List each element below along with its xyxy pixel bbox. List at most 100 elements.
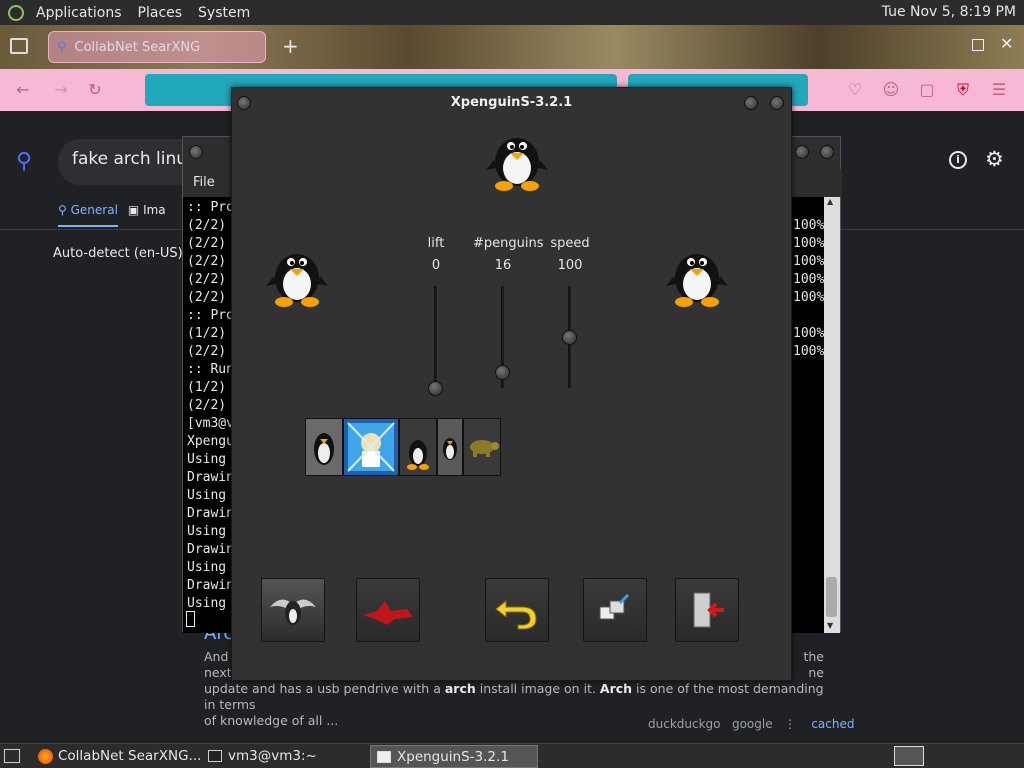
penguin-icon-top (486, 138, 548, 191)
terminal-percent: 100% (793, 290, 825, 305)
splat-icon (363, 601, 413, 625)
engine-duckduckgo: duckduckgo (648, 717, 721, 731)
slider-knob[interactable] (562, 330, 577, 345)
account-icon[interactable]: ☺ (882, 81, 900, 99)
slider-penguins: #penguins 16 (473, 236, 544, 388)
slider-track[interactable] (434, 286, 437, 388)
minimize-button[interactable] (744, 96, 758, 110)
menu-system[interactable]: System (190, 5, 258, 21)
restore-window-icon[interactable] (972, 39, 984, 51)
slider-lift: lift 0 (406, 236, 466, 396)
menu-applications[interactable]: Applications (28, 5, 130, 21)
splat-button[interactable] (356, 578, 420, 642)
task-label: CollabNet SearXNG... (58, 748, 200, 764)
forward-icon[interactable]: → (52, 81, 70, 99)
extensions-icon[interactable]: ▢ (918, 81, 936, 99)
terminal-percent: 100% (793, 344, 825, 359)
browser-tab-bar: ⚲ CollabNet SearXNG + ✕ (0, 25, 1024, 69)
search-icon: ⚲ (57, 39, 67, 55)
scroll-up-icon[interactable]: ▲ (827, 197, 833, 206)
terminal-percent: 100% (793, 236, 825, 251)
windows-button[interactable] (583, 578, 647, 642)
winged-penguin-icon (270, 599, 316, 625)
undo-button[interactable] (485, 578, 549, 642)
tab-general[interactable]: ⚲ General (58, 203, 118, 227)
terminal-cursor (186, 611, 195, 627)
pocket-icon[interactable]: ♡ (846, 81, 864, 99)
snippet-line-2-tail: ne (808, 665, 824, 680)
tab-title: CollabNet SearXNG (74, 39, 201, 55)
terminal-percent (793, 307, 824, 325)
snippet-line-3-mid: install image on it. (475, 681, 600, 696)
menu-places[interactable]: Places (130, 5, 191, 21)
theme-penguins-icon[interactable] (305, 418, 343, 476)
exit-door-icon (693, 592, 724, 628)
snippet-line-1-tail: the (803, 649, 824, 664)
tab-list-icon[interactable] (10, 38, 28, 54)
snippet-line-1: And (204, 649, 229, 664)
cached-link[interactable]: cached (811, 717, 854, 731)
tab-images[interactable]: ▣ Ima (128, 203, 166, 227)
task-firefox[interactable]: CollabNet SearXNG... (32, 745, 200, 768)
slider-knob[interactable] (495, 364, 510, 380)
slider-label: speed (550, 236, 590, 251)
language-selector[interactable]: Auto-detect (en-US) (53, 246, 183, 261)
info-icon[interactable]: i (949, 151, 967, 169)
undo-arrow-icon (495, 599, 537, 630)
terminal-percent: 100% (793, 326, 825, 341)
slider-value: 16 (494, 258, 512, 273)
menu-file[interactable]: File (193, 175, 215, 190)
clock[interactable]: Tue Nov 5, 8:19 PM (882, 4, 1016, 20)
task-label: vm3@vm3:~ (228, 748, 317, 764)
task-xpenguins[interactable]: XpenguinS-3.2.1 (370, 745, 538, 768)
search-icon: ⚲ (58, 203, 71, 217)
slider-label: lift (427, 236, 445, 251)
terminal-percent: 100% (793, 218, 825, 233)
penguin-icon-left (266, 254, 328, 307)
settings-gear-icon[interactable]: ⚙ (985, 147, 1004, 171)
window-menu-button[interactable] (189, 145, 203, 159)
xpenguins-window[interactable]: XpenguinS-3.2.1 lift 0 #penguins 16 spee… (231, 87, 792, 681)
theme-bill-icon[interactable] (343, 418, 399, 476)
terminal-icon (208, 750, 222, 762)
terminal-percent-column: 100% 100% 100% 100% 100% 100% 100% (793, 217, 824, 361)
taskbar: CollabNet SearXNG... vm3@vm3:~ XpenguinS… (0, 743, 1024, 768)
reload-icon[interactable]: ↻ (86, 81, 104, 99)
terminal-scrollbar[interactable]: ▲ ▼ (824, 197, 840, 633)
result-meta: duckduckgo google ⋮ cached (648, 717, 855, 731)
back-icon[interactable]: ← (14, 81, 32, 99)
ublock-icon[interactable]: ⛨ (954, 81, 972, 99)
close-window-icon[interactable]: ✕ (1000, 34, 1013, 53)
scroll-down-icon[interactable]: ▼ (827, 621, 833, 630)
searxng-logo-icon[interactable]: ⚲ (16, 149, 32, 174)
window-icon (377, 751, 391, 763)
image-icon: ▣ (127, 203, 144, 217)
exit-button[interactable] (675, 578, 739, 642)
distro-logo-icon[interactable] (8, 4, 24, 21)
new-tab-button[interactable]: + (282, 34, 299, 58)
hamburger-menu-icon[interactable]: ☰ (990, 81, 1008, 99)
theme-preview-button[interactable] (261, 578, 325, 642)
category-tabs: ⚲ General ▣ Ima (58, 203, 166, 227)
show-desktop-icon[interactable] (4, 749, 20, 763)
minimize-button[interactable] (795, 145, 809, 159)
top-panel: Applications Places System Tue Nov 5, 8:… (0, 0, 1024, 25)
theme-turtle-icon[interactable] (463, 418, 501, 476)
snippet-line-2: next (204, 665, 232, 680)
browser-tab-searxng[interactable]: ⚲ CollabNet SearXNG (48, 31, 266, 63)
slider-label: #penguins (473, 236, 544, 251)
task-label: XpenguinS-3.2.1 (397, 749, 509, 765)
maximize-button[interactable] (770, 96, 784, 110)
window-title: XpenguinS-3.2.1 (450, 95, 573, 110)
snippet-line-3: update and has a usb pendrive with a (204, 681, 445, 696)
theme-classic-icon[interactable] (399, 418, 437, 476)
windows-icon (599, 593, 630, 620)
slider-knob[interactable] (428, 381, 443, 396)
scroll-thumb[interactable] (826, 577, 837, 617)
maximize-button[interactable] (820, 145, 834, 159)
task-terminal[interactable]: vm3@vm3:~ (202, 745, 366, 768)
slider-speed: speed 100 (540, 236, 600, 388)
theme-small-penguin-icon[interactable] (437, 418, 463, 476)
penguin-icon-right (666, 254, 728, 307)
workspace-switcher-icon[interactable] (894, 746, 924, 766)
